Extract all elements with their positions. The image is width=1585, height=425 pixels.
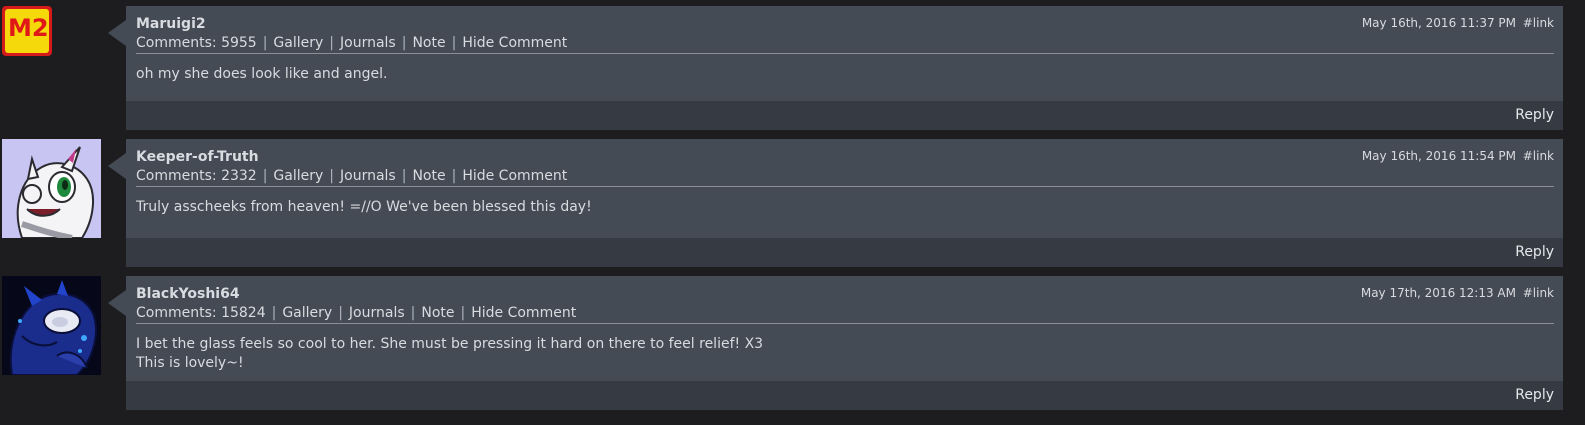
comment-footer: Reply [126,238,1563,267]
comments-label: Comments: [136,305,217,321]
permalink[interactable]: #link [1523,149,1554,163]
avatar[interactable] [2,276,101,375]
comments-count: 15824 [221,305,266,321]
comment-line: I bet the glass feels so cool to her. Sh… [136,336,764,352]
comments-label: Comments: [136,35,217,51]
divider [136,323,1554,324]
user-meta: Comments: 5955 | Gallery | Journals | Note | Hid… [136,35,568,51]
comment-box: Keeper-of-Truth May 16th, 2016 11:54 PM … [126,139,1563,267]
comment: M2 Maruigi2 May 16th, 2016 11:37 PM #lin… [0,6,1585,130]
reply-button[interactable]: Reply [1515,387,1554,403]
comments-count: 2332 [221,168,257,184]
comments-count: 5955 [221,35,257,51]
reply-button[interactable]: Reply [1515,244,1554,260]
comment-list: M2 Maruigi2 May 16th, 2016 11:37 PM #lin… [0,0,1585,425]
speech-arrow [108,20,126,46]
gallery-link[interactable]: Gallery [273,35,323,51]
comment-date: May 16th, 2016 11:54 PM [1361,149,1516,163]
comment-box: BlackYoshi64 May 17th, 2016 12:13 AM #li… [126,276,1563,410]
comment-line: Truly asscheeks from heaven! =//O We've … [136,199,592,215]
divider [136,186,1554,187]
comment-date: May 16th, 2016 11:37 PM [1361,16,1516,30]
username[interactable]: BlackYoshi64 [136,286,240,302]
user-meta: Comments: 15824 | Gallery | Journals | Note | Hi… [136,305,577,321]
divider [136,53,1554,54]
permalink[interactable]: #link [1523,16,1554,30]
user-meta: Comments: 2332 | Gallery | Journals | Note | Hid… [136,168,568,184]
hide-comment-link[interactable]: Hide Comment [471,305,576,321]
note-link[interactable]: Note [421,305,454,321]
journals-link[interactable]: Journals [340,168,396,184]
username[interactable]: Maruigi2 [136,16,206,32]
note-link[interactable]: Note [412,35,445,51]
speech-arrow [108,153,126,179]
keeper-avatar-image [2,139,101,238]
comment-line: oh my she does look like and angel. [136,66,388,82]
avatar[interactable]: M2 [2,6,52,56]
reply-button[interactable]: Reply [1515,107,1554,123]
comment-footer: Reply [126,381,1563,410]
blackyoshi-avatar-image [2,276,101,375]
maruigi-avatar-image: M2 [2,6,52,56]
comments-label: Comments: [136,168,217,184]
journals-link[interactable]: Journals [349,305,405,321]
comment-body: I bet the glass feels so cool to her. Sh… [136,335,763,373]
comment: Keeper-of-Truth May 16th, 2016 11:54 PM … [0,139,1585,267]
comment-box: Maruigi2 May 16th, 2016 11:37 PM #link C… [126,6,1563,130]
journals-link[interactable]: Journals [340,35,396,51]
comment-footer: Reply [126,101,1563,130]
gallery-link[interactable]: Gallery [282,305,332,321]
avatar-letter: M2 [8,14,49,42]
comment-date: May 17th, 2016 12:13 AM [1360,286,1516,300]
gallery-link[interactable]: Gallery [273,168,323,184]
avatar[interactable] [2,139,101,238]
comment: BlackYoshi64 May 17th, 2016 12:13 AM #li… [0,276,1585,410]
comment-line: This is lovely~! [136,355,244,371]
hide-comment-link[interactable]: Hide Comment [462,168,567,184]
hide-comment-link[interactable]: Hide Comment [462,35,567,51]
comment-body: Truly asscheeks from heaven! =//O We've … [136,198,592,217]
speech-arrow [108,290,126,316]
note-link[interactable]: Note [412,168,445,184]
comment-body: oh my she does look like and angel. [136,65,387,84]
permalink[interactable]: #link [1523,286,1554,300]
username[interactable]: Keeper-of-Truth [136,149,259,165]
